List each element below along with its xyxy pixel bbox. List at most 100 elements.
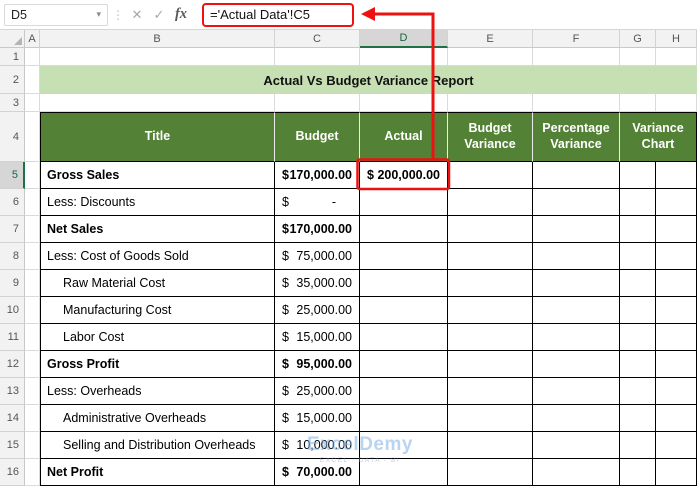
cell-H14[interactable] [656, 405, 697, 432]
cell-H16[interactable] [656, 459, 697, 486]
column-header-G[interactable]: G [620, 30, 656, 48]
cell-G15[interactable] [620, 432, 656, 459]
cell-A15[interactable] [25, 432, 40, 459]
enter-icon[interactable]: ✓ [148, 7, 170, 23]
cell-E12[interactable] [448, 351, 533, 378]
row-header-8[interactable]: 8 [0, 243, 25, 270]
cell-G6[interactable] [620, 189, 656, 216]
cell-D3[interactable] [360, 94, 448, 112]
row-header-3[interactable]: 3 [0, 94, 25, 112]
column-header-D[interactable]: D [360, 30, 448, 48]
cell-A7[interactable] [25, 216, 40, 243]
cell-H11[interactable] [656, 324, 697, 351]
cell-B16[interactable]: Net Profit [40, 459, 275, 486]
cell-F3[interactable] [533, 94, 620, 112]
cell-H10[interactable] [656, 297, 697, 324]
cell-H1[interactable] [656, 48, 697, 66]
cell-E9[interactable] [448, 270, 533, 297]
cell-B13[interactable]: Less: Overheads [40, 378, 275, 405]
row-header-1[interactable]: 1 [0, 48, 25, 66]
cell-D15[interactable] [360, 432, 448, 459]
cell-G16[interactable] [620, 459, 656, 486]
cell-F13[interactable] [533, 378, 620, 405]
row-header-13[interactable]: 13 [0, 378, 25, 405]
cell-G12[interactable] [620, 351, 656, 378]
cell-E13[interactable] [448, 378, 533, 405]
row-header-7[interactable]: 7 [0, 216, 25, 243]
cell-G10[interactable] [620, 297, 656, 324]
cell-C1[interactable] [275, 48, 360, 66]
cell-C3[interactable] [275, 94, 360, 112]
row-header-5[interactable]: 5 [0, 162, 25, 189]
cell-G11[interactable] [620, 324, 656, 351]
cell-C9[interactable]: $35,000.00 [275, 270, 360, 297]
cell-E7[interactable] [448, 216, 533, 243]
cell-A8[interactable] [25, 243, 40, 270]
name-box[interactable]: D5 ▾ [4, 3, 108, 26]
cell-B8[interactable]: Less: Cost of Goods Sold [40, 243, 275, 270]
cell-F15[interactable] [533, 432, 620, 459]
cell-A1[interactable] [25, 48, 40, 66]
cancel-icon[interactable]: ✕ [126, 7, 148, 23]
cell-G1[interactable] [620, 48, 656, 66]
cell-G3[interactable] [620, 94, 656, 112]
cell-E11[interactable] [448, 324, 533, 351]
cell-A12[interactable] [25, 351, 40, 378]
cell-E6[interactable] [448, 189, 533, 216]
cell-C12[interactable]: $95,000.00 [275, 351, 360, 378]
cell-B11[interactable]: Labor Cost [40, 324, 275, 351]
row-header-11[interactable]: 11 [0, 324, 25, 351]
header-title[interactable]: Title [40, 112, 275, 162]
cell-E15[interactable] [448, 432, 533, 459]
cell-A11[interactable] [25, 324, 40, 351]
cell-C7[interactable]: $170,000.00 [275, 216, 360, 243]
insert-function-icon[interactable]: fx [170, 6, 192, 23]
cell-A2[interactable] [25, 66, 40, 94]
cell-G14[interactable] [620, 405, 656, 432]
cell-D9[interactable] [360, 270, 448, 297]
cell-C6[interactable]: $ - [275, 189, 360, 216]
cell-F6[interactable] [533, 189, 620, 216]
cell-H12[interactable] [656, 351, 697, 378]
cell-F1[interactable] [533, 48, 620, 66]
cell-G5[interactable] [620, 162, 656, 189]
cell-A3[interactable] [25, 94, 40, 112]
header-actual[interactable]: Actual [360, 112, 448, 162]
cell-A5[interactable] [25, 162, 40, 189]
cell-F12[interactable] [533, 351, 620, 378]
cell-B1[interactable] [40, 48, 275, 66]
cell-G13[interactable] [620, 378, 656, 405]
cell-C14[interactable]: $15,000.00 [275, 405, 360, 432]
cell-E1[interactable] [448, 48, 533, 66]
cell-C5[interactable]: $170,000.00 [275, 162, 360, 189]
cell-E5[interactable] [448, 162, 533, 189]
row-header-4[interactable]: 4 [0, 112, 25, 162]
cell-D14[interactable] [360, 405, 448, 432]
cell-A16[interactable] [25, 459, 40, 486]
cell-B3[interactable] [40, 94, 275, 112]
cell-D7[interactable] [360, 216, 448, 243]
cell-C16[interactable]: $70,000.00 [275, 459, 360, 486]
cell-H3[interactable] [656, 94, 697, 112]
cell-H8[interactable] [656, 243, 697, 270]
cell-D6[interactable] [360, 189, 448, 216]
cell-A14[interactable] [25, 405, 40, 432]
cell-H5[interactable] [656, 162, 697, 189]
cell-E14[interactable] [448, 405, 533, 432]
column-header-F[interactable]: F [533, 30, 620, 48]
cell-A10[interactable] [25, 297, 40, 324]
cell-B15[interactable]: Selling and Distribution Overheads [40, 432, 275, 459]
cell-B10[interactable]: Manufacturing Cost [40, 297, 275, 324]
cell-A4[interactable] [25, 112, 40, 162]
cell-C13[interactable]: $25,000.00 [275, 378, 360, 405]
cell-F11[interactable] [533, 324, 620, 351]
cell-D5[interactable]: $200,000.00 [360, 162, 448, 189]
row-header-9[interactable]: 9 [0, 270, 25, 297]
report-title-cell[interactable]: Actual Vs Budget Variance Report [40, 66, 697, 94]
cell-B6[interactable]: Less: Discounts [40, 189, 275, 216]
cell-D12[interactable] [360, 351, 448, 378]
column-header-H[interactable]: H [656, 30, 697, 48]
cell-D1[interactable] [360, 48, 448, 66]
cell-G7[interactable] [620, 216, 656, 243]
cell-B7[interactable]: Net Sales [40, 216, 275, 243]
